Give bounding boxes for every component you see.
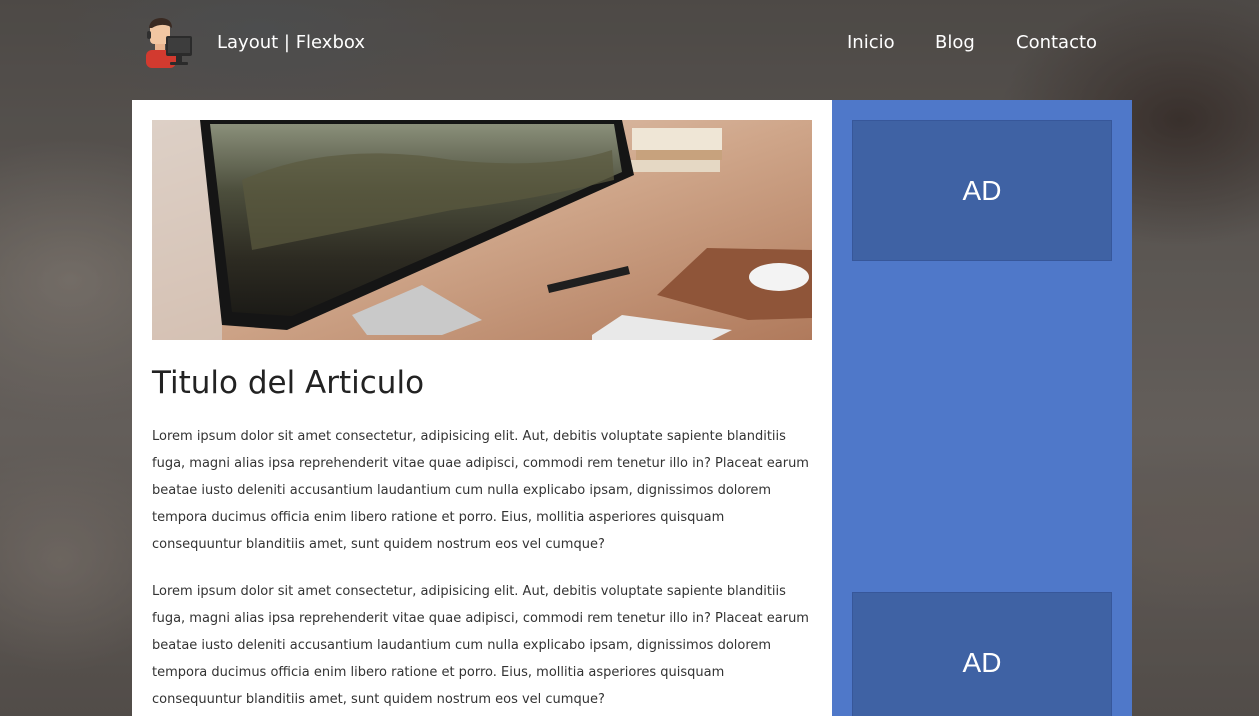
article-paragraph: Lorem ipsum dolor sit amet consectetur, … <box>152 429 809 552</box>
sidebar: AD AD <box>832 100 1132 716</box>
article-title: Titulo del Articulo <box>152 365 425 401</box>
nav-link-blog[interactable]: Blog <box>935 31 975 55</box>
nav-link-contacto[interactable]: Contacto <box>1016 31 1097 55</box>
ad-banner[interactable]: AD <box>852 120 1112 261</box>
main-container: Titulo del Articulo Lorem ipsum dolor si… <box>132 100 1132 716</box>
desk-with-imac-photo <box>152 120 812 340</box>
ad-banner[interactable]: AD <box>852 592 1112 716</box>
article: Titulo del Articulo Lorem ipsum dolor si… <box>132 100 832 716</box>
developer-avatar-icon[interactable] <box>142 16 196 70</box>
article-paragraph: Lorem ipsum dolor sit amet consectetur, … <box>152 584 809 707</box>
site-header: Layout | Flexbox Inicio Blog Contacto <box>0 0 1259 88</box>
nav-link-inicio[interactable]: Inicio <box>847 31 895 55</box>
site-title[interactable]: Layout | Flexbox <box>217 31 365 55</box>
